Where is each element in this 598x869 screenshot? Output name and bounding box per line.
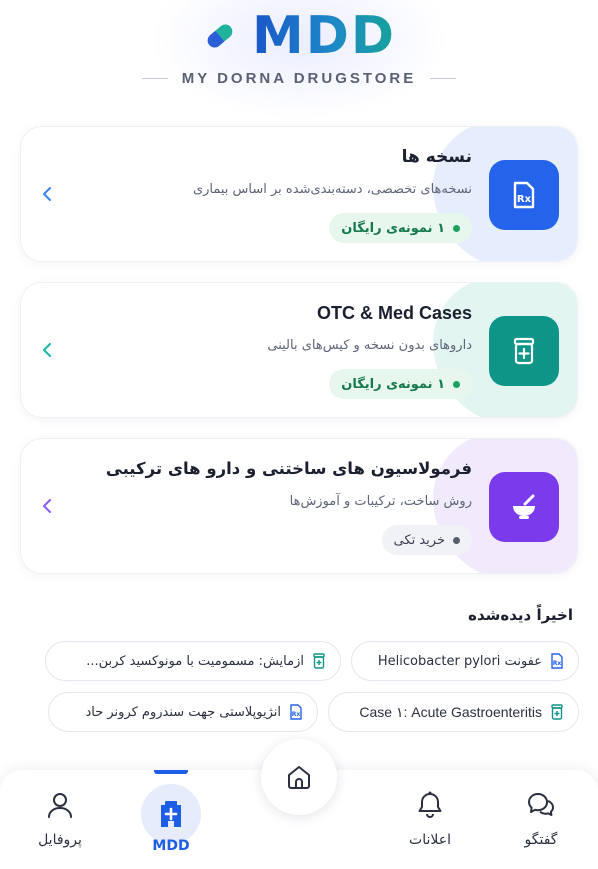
- nav-label: گفتگو: [524, 832, 558, 848]
- recent-item[interactable]: Case ۱: Acute Gastroenteritis: [328, 692, 579, 732]
- recent-item-label: آنژیوپلاستی جهت سندروم کرونر حاد: [85, 704, 281, 720]
- recent-item-label: عفونت Helicobacter pylori: [377, 653, 542, 669]
- nav-label: پروفایل: [38, 832, 82, 848]
- app-header: MDD MY DORNA DRUGSTORE: [0, 0, 598, 120]
- prescription-icon: Rx: [290, 704, 302, 720]
- nav-label: اعلانات: [409, 832, 451, 848]
- pill-icon: [202, 18, 238, 54]
- nav-profile[interactable]: پروفایل: [15, 790, 105, 860]
- recent-item-label: Case ۱: Acute Gastroenteritis: [359, 703, 542, 720]
- brand-subtitle: MY DORNA DRUGSTORE: [181, 70, 417, 87]
- active-tab-indicator: [154, 770, 188, 774]
- badge-dot: [453, 536, 460, 544]
- card-otc-med-cases[interactable]: OTC & Med Cases داروهای بدون نسخه و کیس‌…: [20, 282, 578, 418]
- chat-icon: [528, 793, 554, 816]
- bell-icon: [418, 791, 442, 818]
- prescription-icon: Rx: [489, 160, 559, 230]
- card-description: داروهای بدون نسخه و کیس‌های بالینی: [267, 338, 472, 353]
- medicine-bottle-icon: [313, 653, 325, 669]
- divider: [141, 78, 168, 79]
- svg-text:Rx: Rx: [292, 711, 301, 718]
- recent-item[interactable]: Rx آنژیوپلاستی جهت سندروم کرونر حاد: [48, 692, 318, 732]
- badge-dot: [453, 224, 460, 232]
- medicine-bottle-icon: [551, 704, 563, 720]
- purchase-badge: خرید تکی: [381, 525, 472, 555]
- prescription-icon: Rx: [551, 653, 563, 669]
- user-icon: [48, 793, 72, 818]
- card-title: OTC & Med Cases: [316, 303, 472, 323]
- badge-label: ۱ نمونه‌ی رایگان: [341, 376, 445, 392]
- nav-chat[interactable]: گفتگو: [496, 790, 586, 860]
- free-sample-badge: ۱ نمونه‌ی رایگان: [329, 213, 472, 243]
- chevron-left-icon[interactable]: [39, 183, 55, 205]
- divider: [430, 78, 457, 79]
- nav-notifications[interactable]: اعلانات: [385, 790, 475, 860]
- medicine-bottle-icon: [489, 316, 559, 386]
- nav-label: MDD: [152, 838, 190, 854]
- chevron-left-icon[interactable]: [39, 495, 55, 517]
- recent-item[interactable]: Rx عفونت Helicobacter pylori: [351, 641, 579, 681]
- recently-viewed-title: اخیراً دیده‌شده: [468, 606, 573, 624]
- card-prescriptions[interactable]: Rx نسخه ها نسخه‌های تخصصی، دسته‌بندی‌شده…: [20, 126, 578, 262]
- mdd-tab-highlight: [141, 784, 201, 844]
- svg-text:Rx: Rx: [517, 194, 532, 205]
- svg-text:Rx: Rx: [553, 660, 562, 667]
- brand-subtitle-row: MY DORNA DRUGSTORE: [0, 70, 598, 87]
- free-sample-badge: ۱ نمونه‌ی رایگان: [329, 369, 472, 399]
- card-description: روش ساخت، ترکیبات و آموزش‌ها: [289, 494, 472, 509]
- mortar-pestle-icon: [489, 472, 559, 542]
- badge-label: خرید تکی: [393, 532, 445, 548]
- pharmacy-icon: [161, 801, 181, 827]
- chevron-left-icon[interactable]: [39, 339, 55, 361]
- recent-item-label: آزمایش: مسمومیت با مونوکسید کربن...: [86, 653, 304, 669]
- recent-item[interactable]: آزمایش: مسمومیت با مونوکسید کربن...: [45, 641, 341, 681]
- badge-label: ۱ نمونه‌ی رایگان: [341, 220, 445, 236]
- card-description: نسخه‌های تخصصی، دسته‌بندی‌شده بر اساس بی…: [192, 182, 472, 197]
- home-button[interactable]: [261, 739, 337, 815]
- home-icon: [288, 766, 310, 789]
- logo: MDD: [0, 6, 598, 66]
- card-title: نسخه ها: [401, 147, 472, 167]
- badge-dot: [453, 380, 460, 388]
- nav-mdd[interactable]: MDD: [126, 784, 216, 860]
- card-title: فرمولاسیون های ساختنی و دارو های ترکیبی: [105, 459, 472, 478]
- card-compounding-formulations[interactable]: فرمولاسیون های ساختنی و دارو های ترکیبی …: [20, 438, 578, 574]
- logo-text: MDD: [251, 6, 397, 66]
